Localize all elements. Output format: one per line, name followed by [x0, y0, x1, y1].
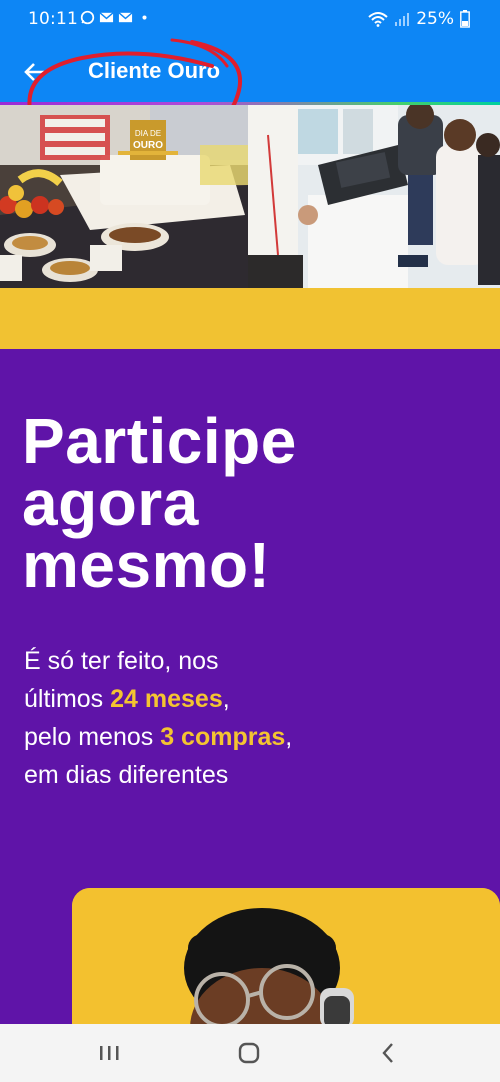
home-icon[interactable] [235, 1040, 263, 1066]
store-illustration [248, 105, 500, 288]
mail-icon [99, 12, 114, 23]
battery-icon [460, 10, 470, 28]
app-bar: Cliente Ouro [0, 38, 500, 104]
body-line-3-suffix: , [285, 723, 293, 751]
hero-photo-store [248, 105, 500, 288]
signal-icon [395, 13, 410, 26]
sign-text-2: OURO [133, 140, 163, 151]
headline-line-1: Participe [22, 405, 297, 477]
body-line-2: últimos 24 meses, [24, 680, 474, 718]
system-nav-bar [0, 1024, 500, 1082]
person-with-headphones-image [72, 888, 500, 1028]
headline: Participe agora mesmo! [22, 405, 482, 601]
highlight-24-meses: 24 meses [110, 685, 223, 713]
back-arrow-icon[interactable] [22, 60, 50, 84]
recent-apps-icon[interactable] [95, 1040, 123, 1066]
yellow-band [0, 288, 500, 349]
requirements-text: É só ter feito, nos últimos 24 meses, pe… [24, 642, 474, 794]
dot-icon [142, 15, 147, 20]
status-right: 25% [368, 9, 470, 29]
page-title: Cliente Ouro [88, 58, 221, 83]
headline-line-2: agora [22, 467, 199, 539]
body-line-3-prefix: pelo menos [24, 723, 161, 751]
body-line-4: em dias diferentes [24, 761, 229, 789]
headline-line-3: mesmo! [22, 529, 271, 601]
back-nav-icon[interactable] [375, 1040, 403, 1066]
body-line-2-prefix: últimos [24, 685, 111, 713]
promo-card [72, 888, 500, 1028]
buffet-illustration: DIA DE OURO [0, 105, 248, 288]
hero-photo-buffet: DIA DE OURO [0, 105, 248, 288]
body-line-3: pelo menos 3 compras, [24, 718, 474, 756]
hero-photo: DIA DE OURO [0, 105, 500, 288]
status-time: 10:11 [28, 9, 78, 29]
sign-text-1: DIA DE [135, 129, 161, 138]
body-line-2-suffix: , [222, 685, 230, 713]
wifi-icon [368, 12, 388, 27]
highlight-3-compras: 3 compras [160, 723, 286, 751]
notification-icons [80, 10, 152, 25]
mail-icon-2 [118, 12, 133, 23]
status-bar: 10:11 25% [0, 0, 500, 38]
body-line-1: É só ter feito, nos [24, 647, 219, 675]
battery-percent: 25% [416, 9, 454, 29]
whatsapp-icon [80, 10, 95, 25]
